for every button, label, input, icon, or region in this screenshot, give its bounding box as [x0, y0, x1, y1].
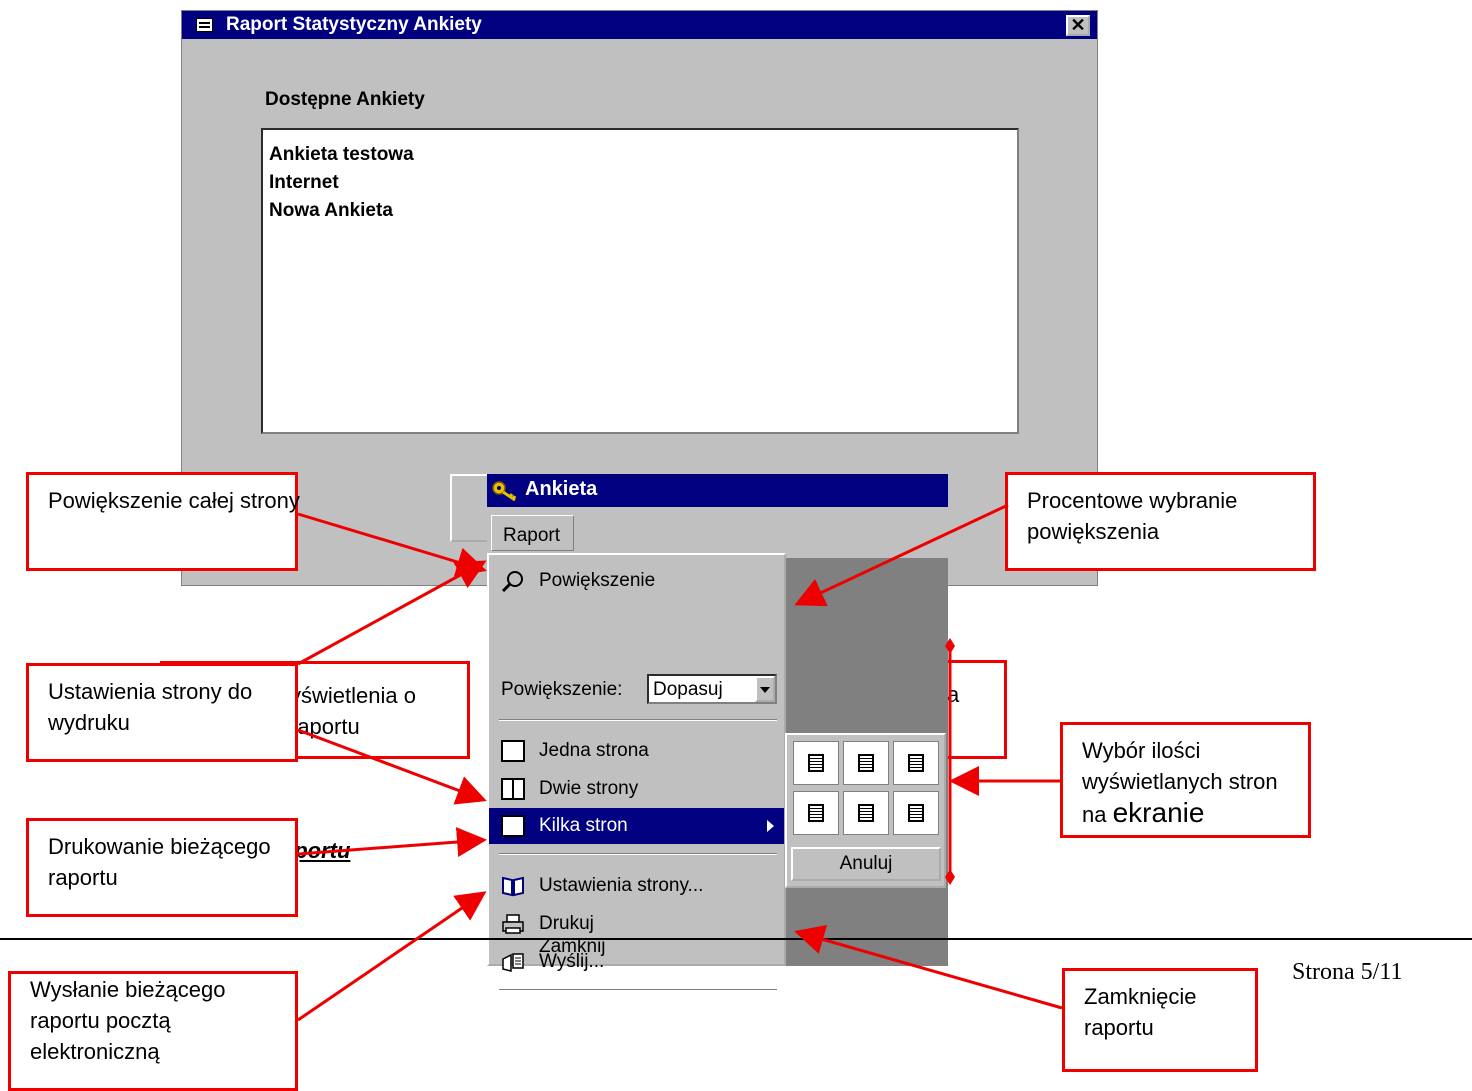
arrow	[297, 560, 487, 666]
arrow	[297, 512, 487, 577]
arrow	[297, 827, 487, 857]
arrow	[794, 925, 1063, 1010]
arrow	[297, 891, 487, 1022]
bracket-end	[945, 869, 955, 885]
arrow	[297, 728, 487, 805]
bracket-end	[945, 638, 955, 654]
annotation-arrows	[297, 503, 1063, 1022]
arrow	[794, 503, 1009, 607]
